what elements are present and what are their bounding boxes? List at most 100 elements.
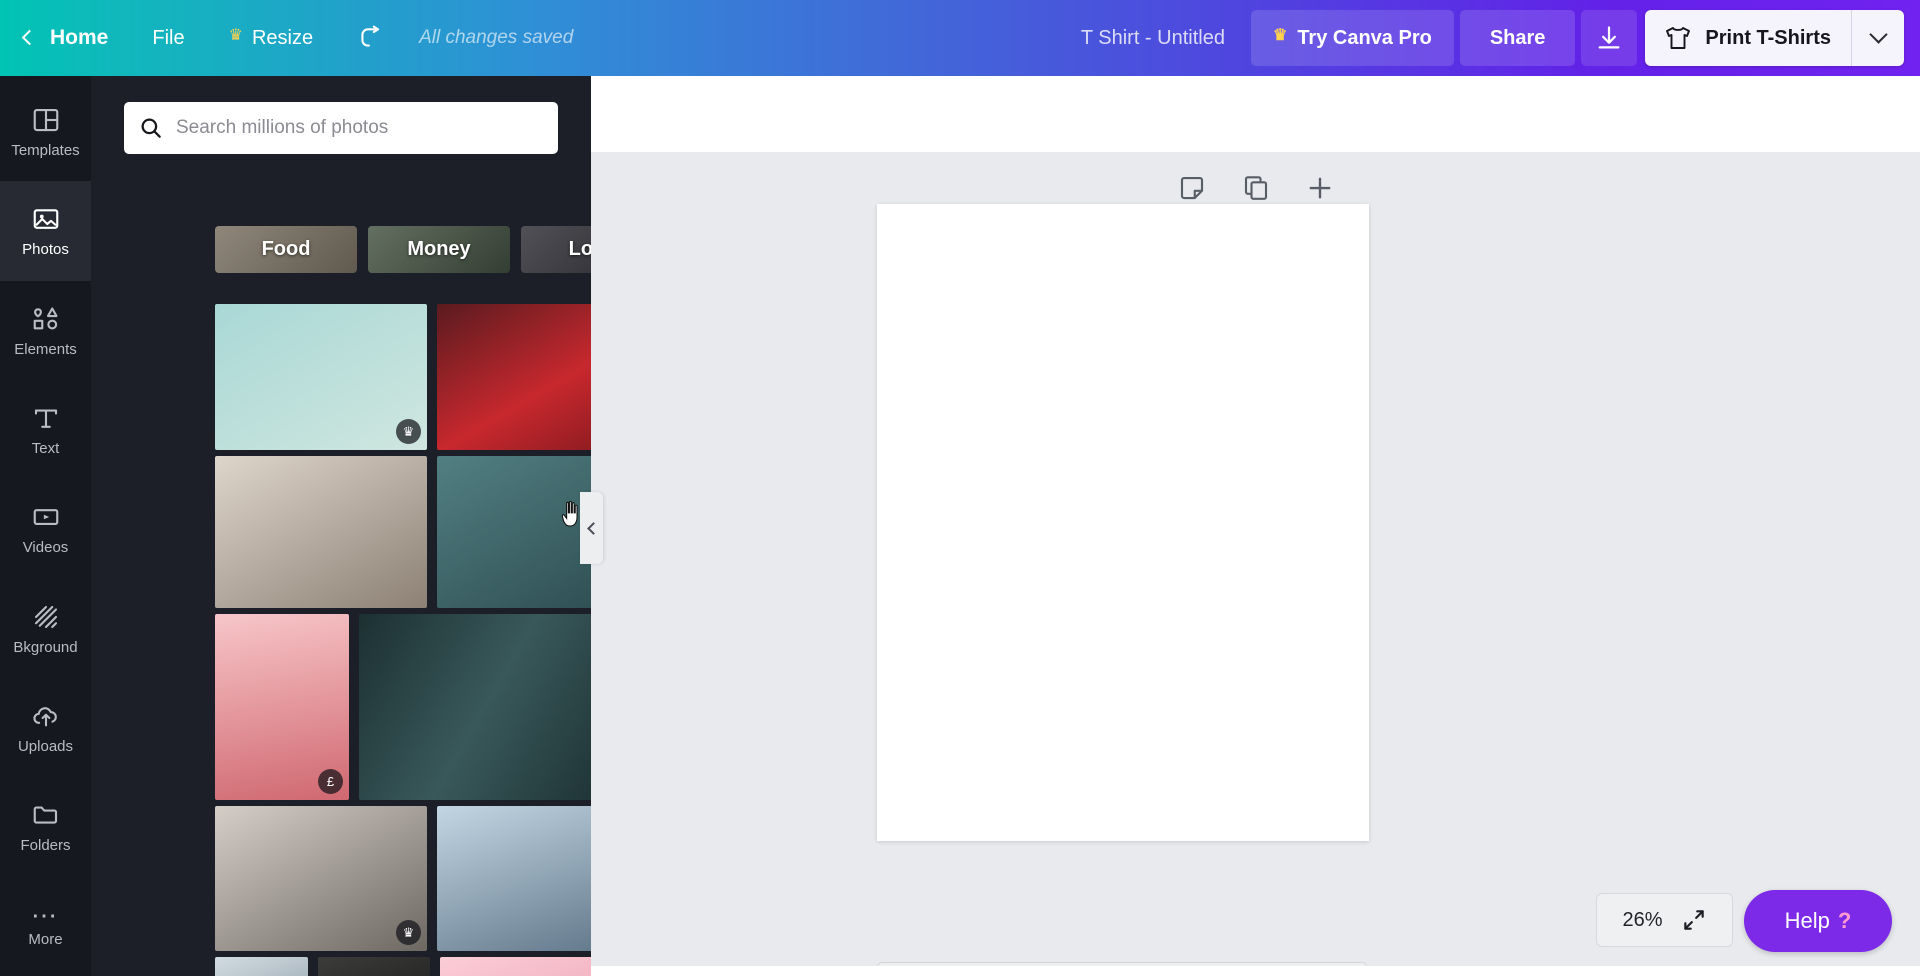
design-canvas-page[interactable]: [877, 204, 1369, 841]
photo-thumb-woman-window[interactable]: £: [359, 614, 591, 800]
sidebar-label-folders: Folders: [20, 837, 71, 855]
sidebar-item-more[interactable]: ⋯ More: [0, 877, 91, 976]
try-canva-pro-label: Try Canva Pro: [1297, 26, 1432, 49]
print-tshirts-button[interactable]: Print T-Shirts: [1645, 10, 1851, 66]
resize-button[interactable]: ♛ Resize: [207, 0, 335, 76]
photo-thumb-dark-texture[interactable]: [318, 957, 430, 976]
sidebar-item-photos[interactable]: Photos: [0, 181, 91, 281]
file-label: File: [152, 26, 185, 49]
zoom-control[interactable]: 26%: [1596, 893, 1733, 947]
sidebar-label-videos: Videos: [22, 539, 69, 557]
share-button[interactable]: Share: [1459, 10, 1576, 66]
notes-icon[interactable]: [1177, 173, 1207, 203]
sidebar-label-text: Text: [31, 440, 60, 458]
background-icon: [34, 605, 57, 628]
help-button[interactable]: Help ?: [1744, 890, 1892, 952]
chevron-down-icon: [1868, 24, 1888, 44]
home-label: Home: [50, 26, 109, 49]
duplicate-page-icon[interactable]: [1241, 173, 1271, 203]
text-icon: [34, 409, 57, 428]
search-input[interactable]: [176, 117, 544, 139]
photos-icon: [33, 209, 58, 230]
save-status-text: All changes saved: [419, 27, 574, 48]
download-icon: [1598, 26, 1620, 49]
photo-thumb-fitness-group[interactable]: ♛: [215, 806, 427, 951]
top-toolbar-left-group: Home File ♛ Resize All changes saved: [0, 0, 573, 76]
photo-thumb-person-jumping[interactable]: [215, 957, 308, 976]
price-badge: £: [318, 769, 343, 794]
sidebar-label-photos: Photos: [22, 241, 69, 259]
canva-editor-window: Home File ♛ Resize All changes saved T S…: [0, 0, 1920, 976]
print-tshirts-group[interactable]: Print T-Shirts: [1645, 10, 1904, 66]
elements-icon: [33, 307, 58, 330]
resize-label: Resize: [251, 26, 314, 49]
help-question-mark: ?: [1837, 908, 1852, 933]
help-label: Help: [1784, 908, 1830, 933]
crown-icon: ♛: [1272, 27, 1288, 44]
sidebar-label-more: More: [28, 930, 63, 948]
photo-thumb-school-supplies[interactable]: ⋯ £: [437, 456, 591, 608]
photo-thumb-confetti-pink[interactable]: [440, 957, 591, 976]
editor-top-strip: [591, 76, 1920, 152]
search-box[interactable]: [124, 102, 558, 154]
folders-icon: [33, 806, 57, 825]
top-toolbar: Home File ♛ Resize All changes saved T S…: [0, 0, 1920, 76]
crown-icon: ♛: [402, 924, 415, 940]
search-container: [124, 102, 558, 154]
panel-collapse-button[interactable]: [580, 492, 603, 564]
more-dots-icon: ⋯: [31, 899, 60, 930]
left-rail: Templates Photos Elements Text Videos Bk…: [0, 76, 91, 976]
sidebar-item-videos[interactable]: Videos: [0, 479, 91, 578]
photos-panel: Food Money Love ♛ ♛ ⋯: [91, 76, 591, 976]
sidebar-item-background[interactable]: Bkground: [0, 579, 91, 678]
try-canva-pro-button[interactable]: ♛ Try Canva Pro: [1250, 10, 1454, 66]
photo-thumb-colored-pencils[interactable]: ♛: [215, 304, 427, 450]
editor-bottom-strip: [591, 966, 1920, 976]
sidebar-item-uploads[interactable]: Uploads: [0, 678, 91, 777]
share-label: Share: [1489, 26, 1546, 49]
back-chevron-icon: [21, 29, 38, 45]
page-tools-bar: [591, 169, 1920, 207]
sidebar-label-uploads: Uploads: [17, 738, 74, 756]
videos-icon: [33, 509, 58, 526]
photo-thumb-pink-building[interactable]: £: [215, 614, 349, 800]
category-chip-food[interactable]: Food: [215, 226, 357, 273]
pro-badge: ♛: [396, 419, 421, 444]
photo-thumb-camping-tent[interactable]: ♛: [437, 806, 591, 951]
add-page-plus-icon[interactable]: [1305, 173, 1335, 203]
sidebar-label-background: Bkground: [13, 638, 78, 656]
print-tshirts-label: Print T-Shirts: [1705, 26, 1831, 49]
crown-icon: ♛: [402, 423, 415, 439]
document-title: T Shirt - Untitled: [1080, 26, 1225, 49]
category-chip-love[interactable]: Love: [521, 226, 591, 273]
photo-thumb-children-baby[interactable]: [215, 456, 427, 608]
photo-thumb-red-heart[interactable]: ♛: [437, 304, 591, 450]
category-chips-row: Food Money Love: [215, 226, 591, 273]
chip-label: Food: [261, 238, 311, 260]
sidebar-item-elements[interactable]: Elements: [0, 281, 91, 380]
redo-button[interactable]: [335, 0, 405, 76]
expand-arrows-icon[interactable]: [1681, 907, 1707, 933]
sidebar-label-templates: Templates: [11, 142, 80, 160]
crown-icon: ♛: [228, 27, 243, 44]
sidebar-item-templates[interactable]: Templates: [0, 82, 91, 181]
sidebar-label-elements: Elements: [14, 340, 77, 358]
chip-label: Love: [568, 238, 591, 260]
pro-badge: ♛: [396, 920, 421, 945]
editor-area: + Add a new page 26% Help ?: [591, 76, 1920, 976]
search-icon: [141, 118, 161, 138]
download-button[interactable]: [1581, 10, 1638, 66]
chip-label: Money: [407, 238, 471, 260]
file-menu-button[interactable]: File: [130, 0, 206, 76]
redo-icon: [361, 25, 380, 47]
sidebar-item-folders[interactable]: Folders: [0, 777, 91, 876]
uploads-icon: [32, 707, 57, 727]
photo-grid: ♛ ♛ ⋯ £ £ £ ♛ ♛: [215, 304, 591, 976]
zoom-level-value: 26%: [1622, 908, 1663, 931]
templates-icon: [33, 109, 58, 132]
print-dropdown-button[interactable]: [1852, 10, 1904, 66]
sidebar-item-text[interactable]: Text: [0, 380, 91, 479]
home-button[interactable]: Home: [0, 0, 130, 76]
category-chip-money[interactable]: Money: [368, 226, 510, 273]
tshirt-icon: [1666, 27, 1691, 49]
